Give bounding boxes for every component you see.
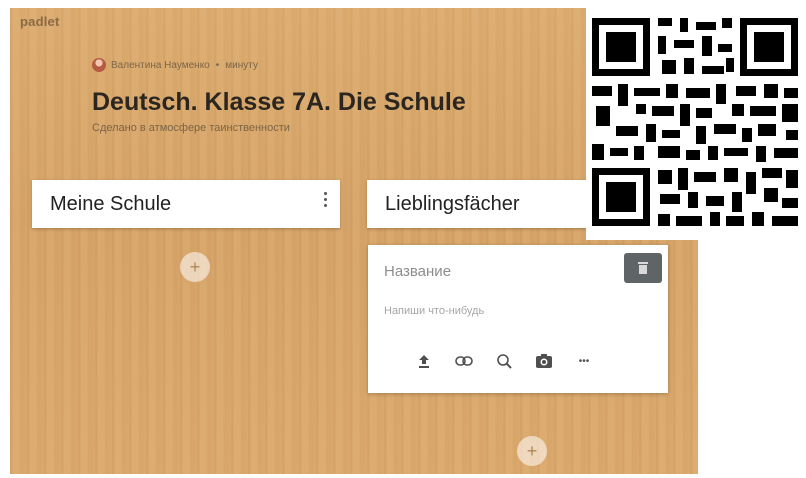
upload-icon[interactable] — [412, 349, 436, 373]
delete-post-button[interactable] — [624, 253, 662, 283]
page-title: Deutsch. Klasse 7A. Die Schule — [92, 88, 466, 116]
search-icon[interactable] — [492, 349, 516, 373]
avatar[interactable] — [92, 58, 106, 72]
add-post-button[interactable]: + — [180, 252, 210, 282]
add-post-button[interactable]: + — [517, 436, 547, 466]
qr-code — [586, 8, 806, 240]
column-title: Lieblingsfächer — [385, 192, 520, 215]
camera-icon[interactable] — [532, 349, 556, 373]
author-name: Валентина Науменко — [111, 59, 210, 71]
post-attach-toolbar: ••• — [412, 349, 612, 373]
page-subtitle: Сделано в атмосфере таинственности — [92, 122, 290, 134]
time-ago: минуту — [225, 59, 258, 71]
trash-icon — [638, 262, 648, 274]
post-body-input[interactable]: Напиши что-нибудь — [384, 305, 484, 317]
kebab-icon[interactable] — [324, 192, 328, 210]
link-icon[interactable] — [452, 349, 476, 373]
padlet-logo[interactable]: padlet — [20, 14, 59, 29]
more-icon[interactable]: ••• — [572, 349, 596, 373]
column-header-lieblingsfaecher[interactable]: Lieblingsfächer — [367, 180, 597, 228]
post-title-input[interactable]: Название — [384, 263, 451, 280]
new-post-card: Название Напиши что-нибудь ••• — [368, 245, 668, 393]
column-title: Meine Schule — [50, 192, 172, 215]
author-row: Валентина Науменко • минуту — [92, 58, 258, 72]
column-header-meine-schule[interactable]: Meine Schule — [32, 180, 340, 228]
qr-code-pattern — [586, 8, 806, 240]
separator-dot: • — [215, 59, 220, 71]
